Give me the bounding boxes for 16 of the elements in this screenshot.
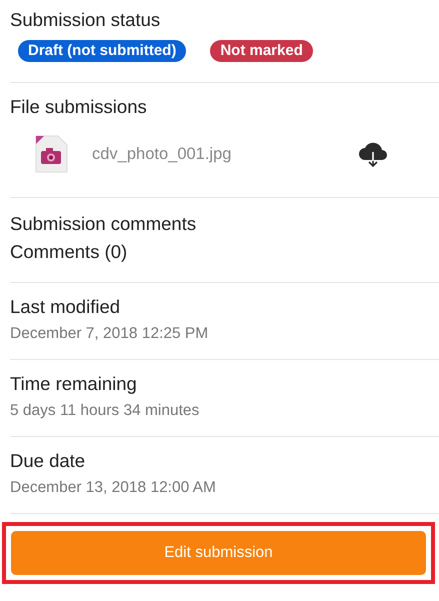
status-badge: Draft (not submitted)	[18, 40, 186, 62]
section-title: Submission status	[10, 8, 162, 32]
field-value: December 13, 2018 12:00 AM	[10, 478, 217, 498]
download-icon[interactable]	[357, 140, 390, 168]
field-label: Submission comments	[10, 212, 198, 236]
field-value: Comments (0)	[10, 240, 128, 264]
field-label: Time remaining	[10, 372, 138, 396]
status-badge: Not marked	[210, 40, 313, 62]
image-file-icon	[34, 135, 68, 173]
field-label: Last modified	[10, 295, 122, 319]
field-label: Due date	[10, 449, 86, 473]
section-title: File submissions	[10, 95, 148, 119]
field-value: 5 days 11 hours 34 minutes	[10, 401, 200, 421]
field-value: December 7, 2018 12:25 PM	[10, 324, 210, 344]
edit-submission-button[interactable]: Edit submission	[11, 531, 426, 575]
file-name[interactable]: cdv_photo_001.jpg	[92, 142, 232, 166]
